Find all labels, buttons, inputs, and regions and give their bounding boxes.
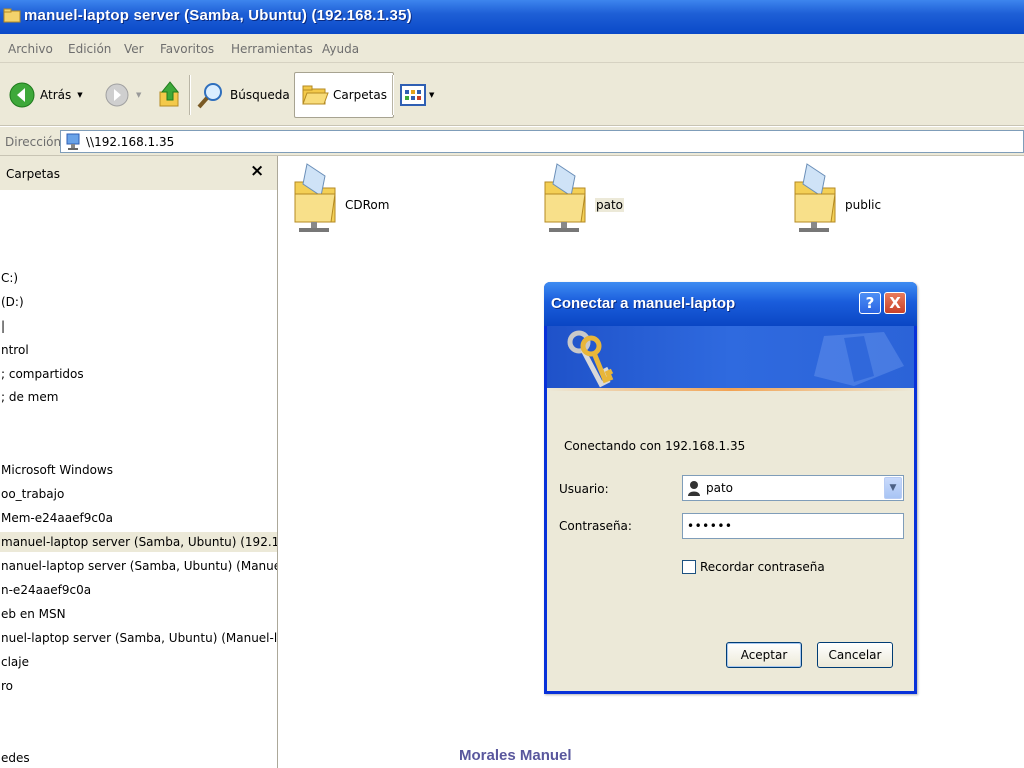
toolbar-separator [392, 75, 393, 115]
search-label: Búsqueda [230, 88, 290, 102]
menu-archivo[interactable]: Archivo [8, 42, 53, 56]
menu-favoritos[interactable]: Favoritos [160, 42, 214, 56]
folders-icon [302, 85, 329, 105]
tree-item[interactable]: ; de mem [0, 387, 277, 407]
share-name: CDRom [345, 198, 390, 212]
tree-item[interactable]: ; compartidos [0, 364, 277, 384]
window-titlebar[interactable]: manuel-laptop server (Samba, Ubuntu) (19… [0, 0, 1024, 34]
menu-bar: Archivo Edición Ver Favoritos Herramient… [0, 34, 1024, 63]
cancel-button[interactable]: Cancelar [817, 642, 893, 668]
back-label: Atrás [40, 88, 72, 102]
up-folder-icon [159, 81, 180, 107]
folders-pane-title: Carpetas [6, 167, 60, 181]
folders-pane: Carpetas × C:) (D:) | ntrol ; compartido… [0, 156, 278, 768]
dialog-title: Conectar a manuel-laptop [551, 295, 736, 312]
ok-button[interactable]: Aceptar [726, 642, 802, 668]
user-label: Usuario: [559, 482, 609, 496]
folders-label: Carpetas [333, 88, 387, 102]
banner-watermark-icon [814, 332, 904, 386]
connect-dialog: Conectar a manuel-laptop ? X Conectando … [544, 282, 917, 694]
connecting-text: Conectando con 192.168.1.35 [564, 439, 746, 453]
address-bar: Dirección \\192.168.1.35 [0, 127, 1024, 156]
views-dropdown-icon[interactable]: ▼ [429, 91, 434, 99]
forward-arrow-icon [105, 83, 129, 107]
share-name: public [845, 198, 882, 212]
menu-ver[interactable]: Ver [124, 42, 144, 56]
dialog-body: Conectando con 192.168.1.35 Usuario: pat… [547, 391, 914, 694]
share-folder-pato[interactable]: pato [541, 162, 625, 234]
address-value: \\192.168.1.35 [86, 134, 175, 149]
tree-item[interactable]: C:) [0, 268, 277, 288]
remember-password-checkbox[interactable] [682, 560, 696, 574]
forward-dropdown-icon[interactable]: ▼ [136, 91, 141, 99]
network-folder-icon [3, 8, 21, 23]
tree-item[interactable]: eb en MSN [0, 604, 277, 624]
up-folder-button[interactable] [158, 73, 182, 117]
shared-folder-icon [794, 163, 836, 232]
menu-herramientas[interactable]: Herramientas [231, 42, 313, 56]
help-button[interactable]: ? [859, 292, 881, 314]
folders-pane-header: Carpetas × [0, 156, 277, 190]
search-icon [197, 83, 222, 109]
address-input[interactable]: \\192.168.1.35 [60, 130, 1024, 153]
dialog-banner [547, 326, 914, 390]
forward-button[interactable]: ▼ [104, 73, 141, 117]
address-label: Dirección [5, 135, 62, 149]
tree-item[interactable]: ro [0, 676, 277, 696]
tree-item[interactable]: nanuel-laptop server (Samba, Ubuntu) (Ma… [0, 556, 277, 576]
back-dropdown-icon[interactable]: ▼ [77, 91, 82, 99]
tree-item-selected[interactable]: manuel-laptop server (Samba, Ubuntu) (19… [0, 532, 277, 552]
dialog-close-button[interactable]: X [884, 292, 906, 314]
user-value: pato [706, 481, 734, 495]
search-button[interactable]: Búsqueda [196, 73, 290, 117]
views-grid-icon [400, 84, 426, 106]
password-label: Contraseña: [559, 519, 632, 533]
footer-credit: Morales Manuel [459, 747, 572, 764]
menu-ayuda[interactable]: Ayuda [322, 42, 359, 56]
shared-folder-icon [294, 163, 336, 232]
window-title: manuel-laptop server (Samba, Ubuntu) (19… [24, 7, 412, 24]
toolbar: Atrás ▼ ▼ Búsqueda Carpetas ▼ [0, 63, 1024, 126]
chevron-down-icon[interactable]: ▼ [884, 477, 902, 499]
remember-password-label[interactable]: Recordar contraseña [700, 560, 825, 574]
keys-icon [567, 330, 614, 388]
folders-toggle-button[interactable]: Carpetas [294, 72, 394, 118]
user-combobox[interactable]: pato ▼ [682, 475, 904, 501]
password-input[interactable]: •••••• [682, 513, 904, 539]
tree-item[interactable]: nuel-laptop server (Samba, Ubuntu) (Manu… [0, 628, 277, 648]
tree-item[interactable]: Mem-e24aaef9c0a [0, 508, 277, 528]
menu-edicion[interactable]: Edición [68, 42, 111, 56]
views-button[interactable]: ▼ [400, 73, 434, 117]
tree-item[interactable]: ntrol [0, 340, 277, 360]
share-folder-public[interactable]: public [791, 162, 881, 234]
share-folder-cdrom[interactable]: CDRom [291, 162, 389, 234]
shared-folder-icon [544, 163, 586, 232]
tree-item[interactable]: claje [0, 652, 277, 672]
dialog-titlebar[interactable]: Conectar a manuel-laptop ? X [544, 282, 917, 326]
toolbar-separator [189, 75, 190, 115]
tree-item[interactable]: | [0, 316, 277, 336]
network-computer-icon [66, 133, 80, 150]
user-icon [688, 481, 700, 496]
tree-item[interactable]: n-e24aaef9c0a [0, 580, 277, 600]
share-name: pato [595, 198, 625, 212]
tree-item[interactable]: Microsoft Windows [0, 460, 277, 480]
back-arrow-icon [9, 82, 35, 108]
close-icon[interactable]: × [250, 161, 264, 181]
tree-item[interactable]: (D:) [0, 292, 277, 312]
tree-item[interactable]: oo_trabajo [0, 484, 277, 504]
tree-item[interactable]: edes [0, 748, 277, 768]
back-button[interactable]: Atrás ▼ [8, 73, 83, 117]
